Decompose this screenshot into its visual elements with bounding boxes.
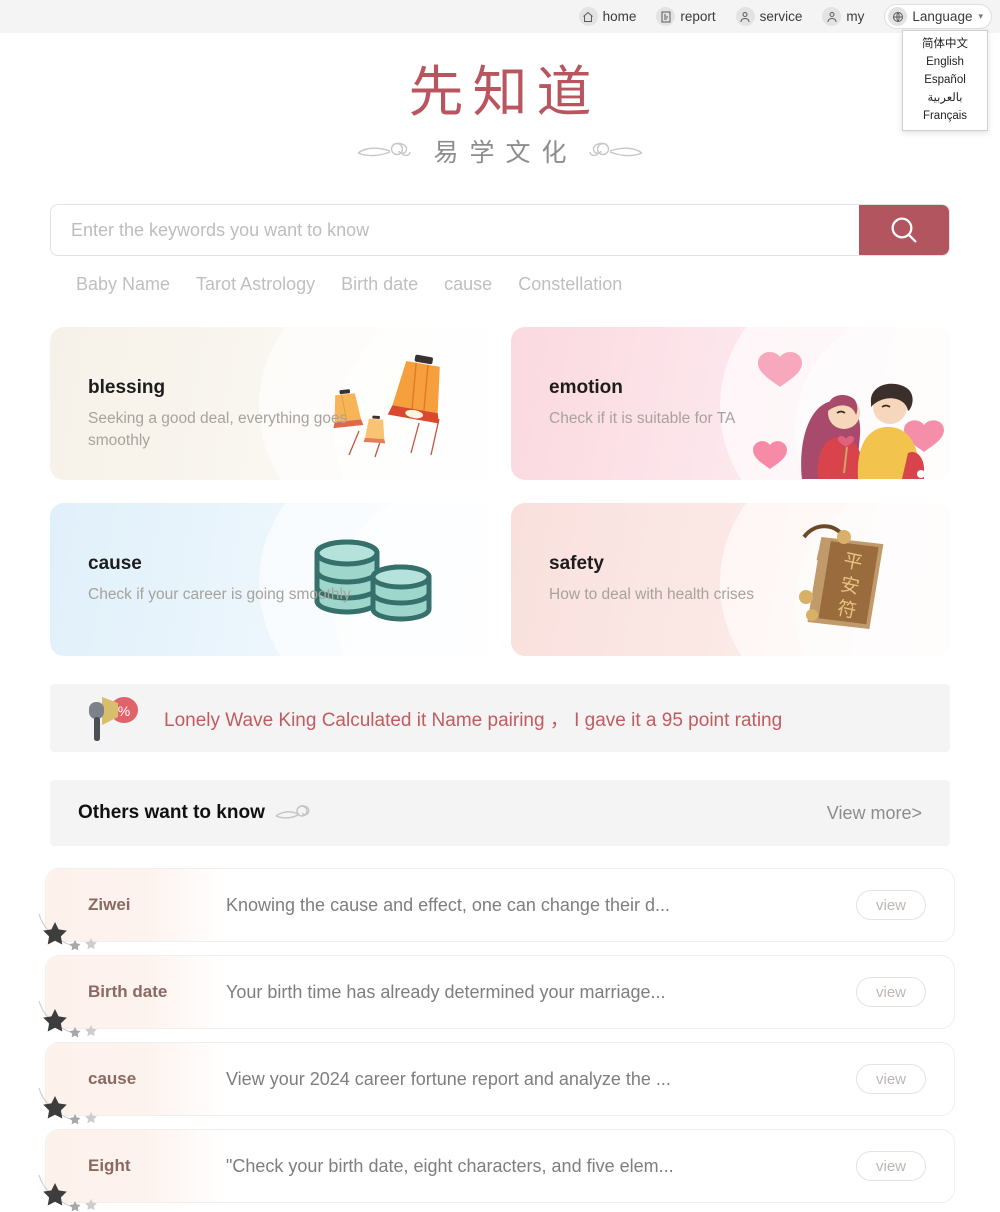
nav-item-my[interactable]: my bbox=[822, 7, 864, 26]
category-card-safety[interactable]: 平 安 符 safety How to deal with health cri… bbox=[511, 503, 950, 656]
svg-text:%: % bbox=[118, 703, 130, 719]
card-title: blessing bbox=[88, 377, 166, 398]
nav-item-report[interactable]: report bbox=[656, 7, 716, 26]
search-icon bbox=[891, 217, 917, 243]
card-text-emotion: emotion Check if it is suitable for TA bbox=[511, 327, 841, 430]
list-item[interactable]: Birth date Your birth time has already d… bbox=[45, 955, 955, 1029]
hot-keyword-birth-date[interactable]: Birth date bbox=[341, 274, 418, 295]
list-item-text: Your birth time has already determined y… bbox=[226, 981, 666, 1002]
view-button[interactable]: view bbox=[856, 1064, 926, 1094]
card-title: safety bbox=[549, 553, 604, 574]
list-item-wrap: Ziwei Knowing the cause and effect, one … bbox=[38, 868, 955, 951]
nav-item-my-label: my bbox=[846, 9, 865, 24]
language-option-es[interactable]: Español bbox=[903, 71, 987, 89]
list-item-wrap: cause View your 2024 career fortune repo… bbox=[38, 1042, 955, 1125]
chevron-down-icon: ▾ bbox=[978, 11, 983, 21]
home-icon bbox=[578, 7, 598, 26]
nav-item-service-label: service bbox=[759, 9, 803, 24]
cloud-ornament-left-icon bbox=[358, 142, 412, 157]
list-item-wrap: Birth date Your birth time has already d… bbox=[38, 955, 955, 1038]
card-description: How to deal with health crises bbox=[549, 586, 755, 603]
cloud-icon bbox=[275, 805, 310, 819]
list-item-text: Knowing the cause and effect, one can ch… bbox=[226, 894, 670, 915]
category-card-emotion[interactable]: emotion Check if it is suitable for TA bbox=[511, 327, 950, 480]
hot-keyword-cause[interactable]: cause bbox=[444, 274, 492, 295]
logo-title: 先知道 bbox=[408, 60, 601, 124]
search-section: Baby Name Tarot Astrology Birth date cau… bbox=[50, 204, 950, 295]
list-item-text: View your 2024 career fortune report and… bbox=[226, 1068, 671, 1089]
logo-subtitle-row: 易学文化 bbox=[0, 133, 1000, 169]
report-icon bbox=[656, 7, 676, 26]
card-title: emotion bbox=[549, 377, 623, 398]
view-more-link[interactable]: View more> bbox=[827, 803, 922, 824]
card-text-cause: cause Check if your career is going smoo… bbox=[50, 503, 380, 606]
view-button[interactable]: view bbox=[856, 1151, 926, 1181]
hot-keyword-constellation[interactable]: Constellation bbox=[518, 274, 622, 295]
language-option-en[interactable]: English bbox=[903, 53, 987, 71]
globe-icon bbox=[888, 7, 908, 26]
card-description: Check if it is suitable for TA bbox=[549, 410, 736, 427]
category-card-blessing[interactable]: blessing Seeking a good deal, everything… bbox=[50, 327, 489, 480]
list-item-text: "Check your birth date, eight characters… bbox=[226, 1155, 674, 1176]
list-item[interactable]: Eight "Check your birth date, eight char… bbox=[45, 1129, 955, 1203]
user-icon bbox=[822, 7, 842, 26]
card-title: cause bbox=[88, 553, 142, 574]
nav-item-report-label: report bbox=[680, 9, 716, 24]
hot-keywords-row: Baby Name Tarot Astrology Birth date cau… bbox=[50, 256, 950, 295]
nav-item-home[interactable]: home bbox=[578, 7, 637, 26]
top-navigation-bar: home report service my Language ▾ 简体中文 E… bbox=[0, 0, 1000, 131]
search-button[interactable] bbox=[859, 205, 949, 255]
megaphone-percent-icon: % bbox=[89, 697, 138, 741]
card-text-safety: safety How to deal with health crises bbox=[511, 503, 841, 606]
view-button[interactable]: view bbox=[856, 977, 926, 1007]
list-item-tag: Birth date bbox=[88, 982, 168, 1001]
list-item-tag: Ziwei bbox=[88, 895, 131, 914]
nav-item-home-label: home bbox=[602, 9, 637, 24]
announcement-text: Lonely Wave King Calculated it Name pair… bbox=[164, 709, 783, 731]
nav-item-service[interactable]: service bbox=[735, 7, 803, 26]
card-description: Seeking a good deal, everything goes smo… bbox=[88, 410, 348, 449]
search-input[interactable] bbox=[51, 205, 859, 255]
language-option-ar[interactable]: بالعربية bbox=[903, 89, 987, 107]
list-item-tag: cause bbox=[88, 1069, 137, 1088]
site-logo: 先知道 易学文化 bbox=[0, 33, 1000, 169]
list-item[interactable]: Ziwei Knowing the cause and effect, one … bbox=[45, 868, 955, 942]
section-title-wrap: Others want to know bbox=[78, 802, 311, 824]
list-item-tag: Eight bbox=[88, 1156, 131, 1175]
cloud-ornament-right-icon bbox=[588, 142, 642, 157]
search-box bbox=[50, 204, 950, 256]
service-icon bbox=[735, 7, 755, 26]
card-text-blessing: blessing Seeking a good deal, everything… bbox=[50, 327, 380, 452]
section-title: Others want to know bbox=[78, 802, 265, 823]
list-item[interactable]: cause View your 2024 career fortune repo… bbox=[45, 1042, 955, 1116]
hot-keyword-baby-name[interactable]: Baby Name bbox=[76, 274, 170, 295]
announcement-banner[interactable]: % Lonely Wave King Calculated it Name pa… bbox=[50, 684, 950, 752]
category-cards-grid: blessing Seeking a good deal, everything… bbox=[50, 327, 950, 656]
others-want-to-know-header: Others want to know View more> bbox=[50, 780, 950, 846]
card-description: Check if your career is going smoothly bbox=[88, 586, 351, 603]
language-button[interactable]: Language ▾ bbox=[884, 4, 992, 29]
list-item-wrap: Eight "Check your birth date, eight char… bbox=[38, 1129, 955, 1212]
view-button[interactable]: view bbox=[856, 890, 926, 920]
logo-subtitle: 易学文化 bbox=[433, 138, 578, 167]
language-dropdown-menu[interactable]: 简体中文 English Español بالعربية Français bbox=[902, 30, 988, 131]
topics-list: Ziwei Knowing the cause and effect, one … bbox=[38, 868, 955, 1212]
language-option-zh[interactable]: 简体中文 bbox=[903, 35, 987, 53]
language-button-label: Language bbox=[912, 9, 973, 24]
language-selector[interactable]: Language ▾ 简体中文 English Español بالعربية… bbox=[884, 4, 992, 131]
language-option-fr[interactable]: Français bbox=[903, 107, 987, 125]
category-card-cause[interactable]: cause Check if your career is going smoo… bbox=[50, 503, 489, 656]
hot-keyword-tarot[interactable]: Tarot Astrology bbox=[196, 274, 315, 295]
